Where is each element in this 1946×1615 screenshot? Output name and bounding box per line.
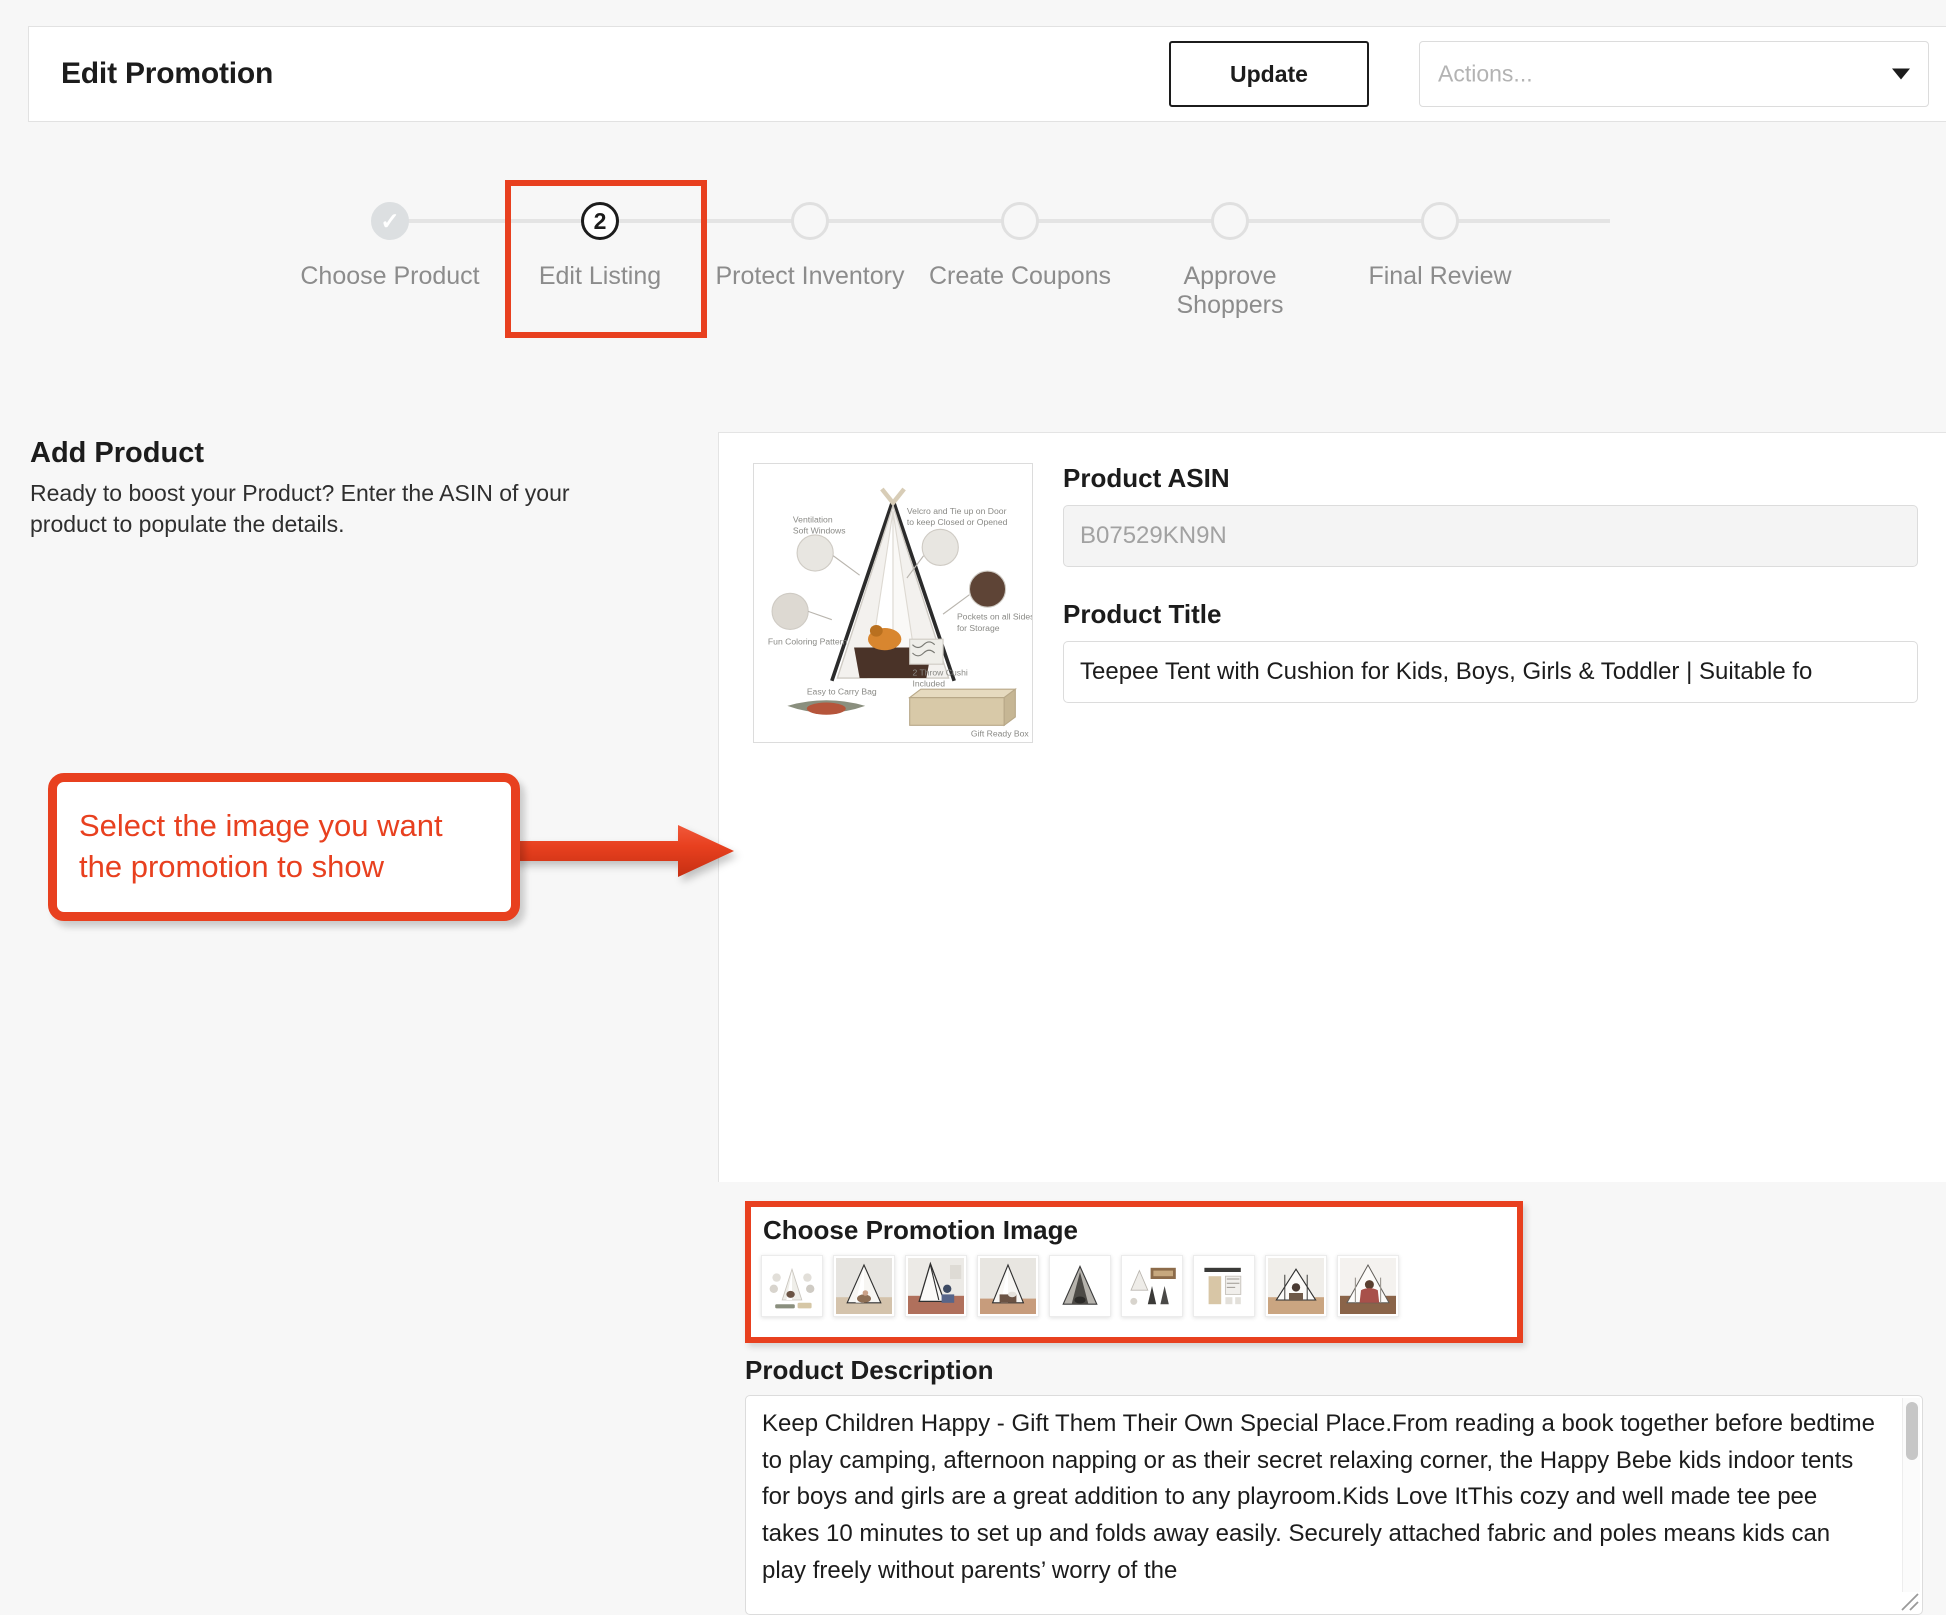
stepper-circle-3[interactable] (791, 202, 829, 240)
annotation-callout: Select the image you want the promotion … (48, 773, 520, 921)
svg-text:Soft Windows: Soft Windows (793, 526, 846, 536)
svg-text:Ventilation: Ventilation (793, 514, 833, 524)
product-title-input[interactable] (1063, 641, 1918, 703)
svg-text:Gift Ready Box: Gift Ready Box (971, 728, 1030, 738)
product-asin-input[interactable] (1063, 505, 1918, 567)
svg-text:Easy to Carry Bag: Easy to Carry Bag (807, 687, 877, 697)
promo-thumb-4[interactable] (977, 1255, 1039, 1317)
check-icon: ✓ (380, 207, 400, 234)
resize-handle-icon[interactable] (1900, 1592, 1920, 1612)
product-fields: Product ASIN Product Title (1063, 463, 1918, 703)
update-button[interactable]: Update (1169, 41, 1369, 107)
stepper-step-create-coupons[interactable]: Create Coupons (920, 180, 1120, 291)
stepper-step-choose-product[interactable]: ✓ Choose Product (290, 180, 490, 291)
choose-promotion-image-section: Choose Promotion Image (745, 1201, 1523, 1343)
teepee-side-with-girl-icon (908, 1258, 964, 1314)
stepper-circle-2[interactable]: 2 (581, 202, 619, 240)
child-inside-tent-icon (1268, 1258, 1324, 1314)
tent-parts-layout-icon (1124, 1258, 1180, 1314)
add-product-description: Ready to boost your Product? Enter the A… (30, 480, 570, 538)
add-product-heading: Add Product (30, 437, 204, 469)
teepee-accessories-icon (764, 1258, 820, 1314)
teepee-in-room-icon (836, 1258, 892, 1314)
annotation-callout-text: Select the image you want the promotion … (79, 808, 443, 884)
stepper-step-approve-shoppers[interactable]: Approve Shoppers (1130, 180, 1330, 320)
promo-thumb-1[interactable] (761, 1255, 823, 1317)
promo-thumb-3[interactable] (905, 1255, 967, 1317)
svg-text:Included: Included (912, 678, 945, 688)
teepee-with-cushion-icon (980, 1258, 1036, 1314)
page-title: Edit Promotion (61, 57, 274, 90)
product-title-label: Product Title (1063, 599, 1222, 629)
choose-promotion-image-label: Choose Promotion Image (763, 1215, 1078, 1245)
promo-thumb-2[interactable] (833, 1255, 895, 1317)
promotion-image-thumbnail-list (761, 1255, 1399, 1317)
promo-thumb-9[interactable] (1337, 1255, 1399, 1317)
assembly-diagram-icon (1196, 1258, 1252, 1314)
promo-thumb-7[interactable] (1193, 1255, 1255, 1317)
teepee-front-dark-icon (1052, 1258, 1108, 1314)
product-details-panel: Ventilation Soft Windows Velcro and Tie … (718, 432, 1946, 1615)
actions-dropdown-placeholder: Actions... (1438, 60, 1533, 87)
stepper-circle-5[interactable] (1211, 202, 1249, 240)
girl-reading-in-tent-icon (1340, 1258, 1396, 1314)
product-asin-label: Product ASIN (1063, 463, 1230, 493)
product-description-textarea[interactable]: Keep Children Happy - Gift Them Their Ow… (745, 1395, 1923, 1615)
svg-text:Pockets on all Sides: Pockets on all Sides (957, 612, 1032, 622)
page-header: Edit Promotion Update Actions... (28, 26, 1946, 122)
description-scrollbar[interactable] (1902, 1398, 1920, 1592)
promotion-stepper: ✓ Choose Product 2 Edit Listing Protect … (290, 180, 1710, 319)
stepper-label-6: Final Review (1368, 262, 1512, 290)
promo-thumb-8[interactable] (1265, 1255, 1327, 1317)
stepper-step-edit-listing[interactable]: 2 Edit Listing (500, 180, 700, 291)
svg-text:Velcro and Tie up on Door: Velcro and Tie up on Door (907, 506, 1007, 516)
product-description-label: Product Description (745, 1355, 994, 1385)
product-image: Ventilation Soft Windows Velcro and Tie … (753, 463, 1033, 743)
stepper-label-2: Edit Listing (538, 262, 662, 290)
chevron-down-icon (1892, 68, 1910, 80)
product-description-value: Keep Children Happy - Gift Them Their Ow… (762, 1410, 1882, 1584)
promo-thumb-5[interactable] (1049, 1255, 1111, 1317)
promo-thumb-6[interactable] (1121, 1255, 1183, 1317)
svg-text:Fun Coloring Pattern: Fun Coloring Pattern (768, 637, 848, 647)
stepper-label-3: Protect Inventory (715, 262, 905, 290)
right-block-arrow-icon (512, 825, 734, 877)
svg-text:for Storage: for Storage (957, 623, 1000, 633)
stepper-label-1: Choose Product (300, 262, 480, 290)
teepee-tent-infographic-icon: Ventilation Soft Windows Velcro and Tie … (754, 464, 1032, 742)
stepper-circle-4[interactable] (1001, 202, 1039, 240)
svg-text:2 Throw Cushi: 2 Throw Cushi (912, 667, 967, 677)
stepper-label-4: Create Coupons (928, 262, 1112, 290)
stepper-step-protect-inventory[interactable]: Protect Inventory (710, 180, 910, 291)
stepper-number-2: 2 (593, 207, 607, 234)
stepper-step-final-review[interactable]: Final Review (1340, 180, 1540, 291)
actions-dropdown[interactable]: Actions... (1419, 41, 1929, 107)
stepper-label-5: Approve Shoppers (1176, 262, 1284, 319)
description-scrollbar-thumb[interactable] (1906, 1402, 1918, 1460)
stepper-circle-6[interactable] (1421, 202, 1459, 240)
stepper-circle-1[interactable]: ✓ (371, 202, 409, 240)
add-product-info: Add Product Ready to boost your Product?… (30, 437, 670, 540)
svg-text:to keep Closed or Opened: to keep Closed or Opened (907, 517, 1008, 527)
